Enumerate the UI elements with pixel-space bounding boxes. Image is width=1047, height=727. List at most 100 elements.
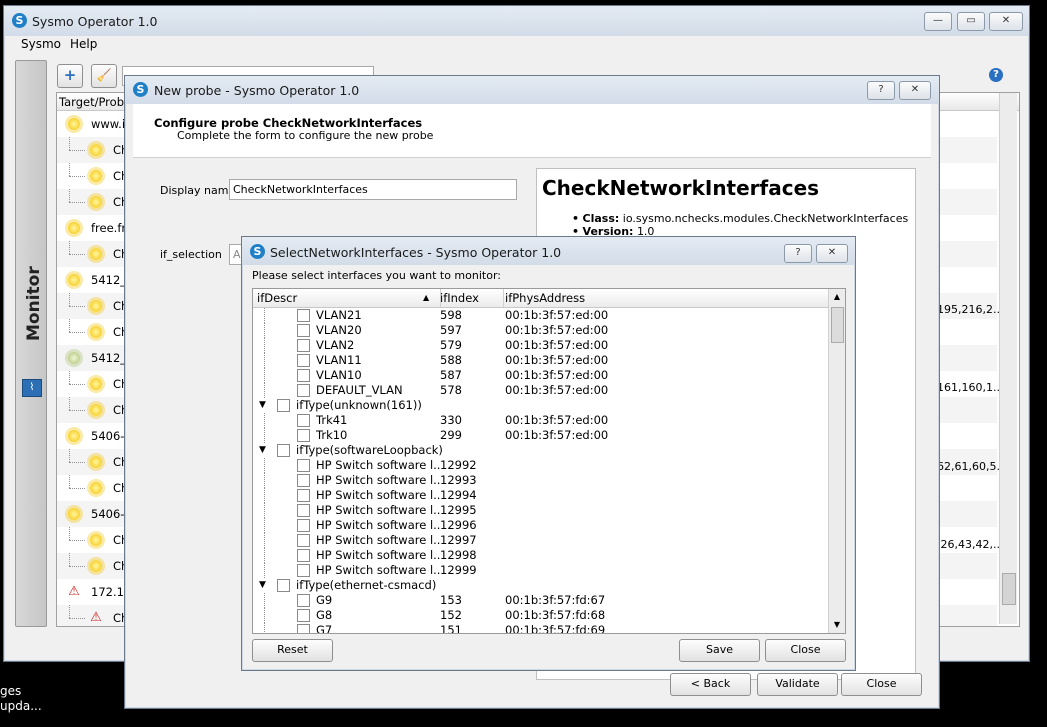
group-checkbox[interactable] — [277, 579, 290, 592]
ifdescr-cell: HP Switch software l... — [316, 488, 440, 502]
grid-item-row[interactable]: Trk41 330 00:1b:3f:57:ed:00 — [253, 413, 828, 428]
clean-button[interactable]: 🧹 — [91, 64, 117, 88]
interface-checkbox[interactable] — [297, 414, 310, 427]
tree-connector — [264, 458, 266, 473]
ifindex-cell: 12993 — [440, 473, 477, 487]
status-sun-icon — [90, 170, 102, 182]
probe-close-button[interactable]: Close — [841, 673, 922, 696]
ifphysaddress-cell: 00:1b:3f:57:ed:00 — [505, 353, 609, 367]
group-checkbox[interactable] — [277, 444, 290, 457]
grid-item-row[interactable]: VLAN11 588 00:1b:3f:57:ed:00 — [253, 353, 828, 368]
interface-checkbox[interactable] — [297, 624, 310, 633]
ifindex-cell: 12994 — [440, 488, 477, 502]
select-close-icon[interactable]: ✕ — [816, 244, 848, 263]
select-close-button[interactable]: Close — [765, 639, 846, 662]
ifdescr-cell: Trk41 — [316, 413, 348, 427]
grid-item-row[interactable]: HP Switch software l... 12998 — [253, 548, 828, 563]
doc-class-value: io.sysmo.nchecks.modules.CheckNetworkInt… — [622, 212, 909, 225]
collapse-arrow-icon[interactable]: ▼ — [259, 398, 266, 413]
grid-item-row[interactable]: G9 153 00:1b:3f:57:fd:67 — [253, 593, 828, 608]
ifdescr-cell: G7 — [316, 623, 333, 634]
interface-checkbox[interactable] — [297, 459, 310, 472]
reset-button[interactable]: Reset — [252, 639, 333, 662]
grid-item-row[interactable]: VLAN20 597 00:1b:3f:57:ed:00 — [253, 323, 828, 338]
display-name-input[interactable]: CheckNetworkInterfaces — [229, 179, 517, 200]
menu-help[interactable]: Help — [70, 37, 97, 51]
interface-checkbox[interactable] — [297, 609, 310, 622]
grid-item-row[interactable]: HP Switch software l... 12997 — [253, 533, 828, 548]
probe-close-icon[interactable]: ✕ — [899, 81, 931, 100]
interface-checkbox[interactable] — [297, 534, 310, 547]
tree-connector — [69, 605, 70, 618]
col-ifdescr[interactable]: ifDescr ▲ — [253, 289, 441, 307]
monitor-side-tab[interactable]: ⌇ Monitor — [15, 60, 47, 627]
monitor-tab-label: Monitor — [24, 266, 44, 341]
tree-scroll-thumb[interactable] — [1002, 573, 1016, 605]
grid-item-row[interactable]: HP Switch software l... 12995 — [253, 503, 828, 518]
tree-connector — [69, 241, 70, 254]
interface-checkbox[interactable] — [297, 474, 310, 487]
tree-vscrollbar[interactable] — [999, 93, 1017, 624]
right-fragment-2: 161,160,1... — [937, 381, 1004, 394]
tree-connector — [69, 553, 70, 566]
save-button[interactable]: Save — [679, 639, 760, 662]
ifdescr-cell: ifType(unknown(161)) — [296, 398, 422, 412]
ifdescr-cell: VLAN11 — [316, 353, 362, 367]
interface-checkbox[interactable] — [297, 429, 310, 442]
interface-checkbox[interactable] — [297, 384, 310, 397]
back-button[interactable]: < Back — [670, 673, 751, 696]
interface-checkbox[interactable] — [297, 309, 310, 322]
add-target-button[interactable]: + — [57, 64, 83, 88]
interface-checkbox[interactable] — [297, 519, 310, 532]
status-sun-icon — [90, 378, 102, 390]
interface-checkbox[interactable] — [297, 564, 310, 577]
interface-checkbox[interactable] — [297, 594, 310, 607]
select-help-button[interactable]: ? — [784, 244, 812, 263]
close-window-button[interactable]: ✕ — [989, 12, 1023, 31]
grid-item-row[interactable]: Trk10 299 00:1b:3f:57:ed:00 — [253, 428, 828, 443]
grid-group-row[interactable]: ▼ ifType(unknown(161)) — [253, 398, 828, 413]
interface-checkbox[interactable] — [297, 339, 310, 352]
collapse-arrow-icon[interactable]: ▼ — [259, 443, 266, 458]
select-titlebar: S SelectNetworkInterfaces - Sysmo Operat… — [242, 237, 855, 265]
probe-help-button[interactable]: ? — [867, 81, 895, 100]
grid-item-row[interactable]: G7 151 00:1b:3f:57:fd:69 — [253, 623, 828, 634]
scroll-up-icon[interactable]: ▲ — [829, 289, 845, 305]
status-sun-icon — [68, 508, 80, 520]
interface-checkbox[interactable] — [297, 504, 310, 517]
grid-item-row[interactable]: DEFAULT_VLAN 578 00:1b:3f:57:ed:00 — [253, 383, 828, 398]
grid-item-row[interactable]: HP Switch software l... 12996 — [253, 518, 828, 533]
grid-item-row[interactable]: G8 152 00:1b:3f:57:fd:68 — [253, 608, 828, 623]
interface-checkbox[interactable] — [297, 324, 310, 337]
grid-group-row[interactable]: ▼ ifType(ethernet-csmacd) — [253, 578, 828, 593]
tree-connector — [69, 449, 70, 462]
maximize-button[interactable]: ▭ — [957, 12, 985, 31]
interface-checkbox[interactable] — [297, 369, 310, 382]
grid-item-row[interactable]: HP Switch software l... 12999 — [253, 563, 828, 578]
interface-checkbox[interactable] — [297, 549, 310, 562]
tree-header-label: Target/Probe — [59, 95, 132, 109]
display-name-value: CheckNetworkInterfaces — [233, 183, 368, 196]
col-ifindex[interactable]: ifIndex — [440, 289, 504, 307]
grid-item-row[interactable]: VLAN2 579 00:1b:3f:57:ed:00 — [253, 338, 828, 353]
grid-item-row[interactable]: VLAN21 598 00:1b:3f:57:ed:00 — [253, 308, 828, 323]
grid-group-row[interactable]: ▼ ifType(softwareLoopback) — [253, 443, 828, 458]
scroll-down-icon[interactable]: ▼ — [829, 617, 845, 633]
minimize-button[interactable]: — — [924, 12, 952, 31]
interface-checkbox[interactable] — [297, 489, 310, 502]
grid-scroll-thumb[interactable] — [831, 307, 844, 343]
group-checkbox[interactable] — [277, 399, 290, 412]
validate-button[interactable]: Validate — [757, 673, 838, 696]
grid-item-row[interactable]: VLAN10 587 00:1b:3f:57:ed:00 — [253, 368, 828, 383]
grid-item-row[interactable]: HP Switch software l... 12994 — [253, 488, 828, 503]
menu-sysmo[interactable]: Sysmo — [21, 37, 61, 51]
collapse-arrow-icon[interactable]: ▼ — [259, 578, 266, 593]
help-icon[interactable]: ? — [989, 68, 1003, 82]
grid-vscrollbar[interactable]: ▲ ▼ — [828, 289, 845, 633]
tree-connector — [69, 176, 85, 177]
grid-item-row[interactable]: HP Switch software l... 12992 — [253, 458, 828, 473]
ifindex-cell: 12997 — [440, 533, 477, 547]
grid-item-row[interactable]: HP Switch software l... 12993 — [253, 473, 828, 488]
interface-checkbox[interactable] — [297, 354, 310, 367]
col-ifphysaddress[interactable]: ifPhysAddress — [505, 289, 828, 307]
